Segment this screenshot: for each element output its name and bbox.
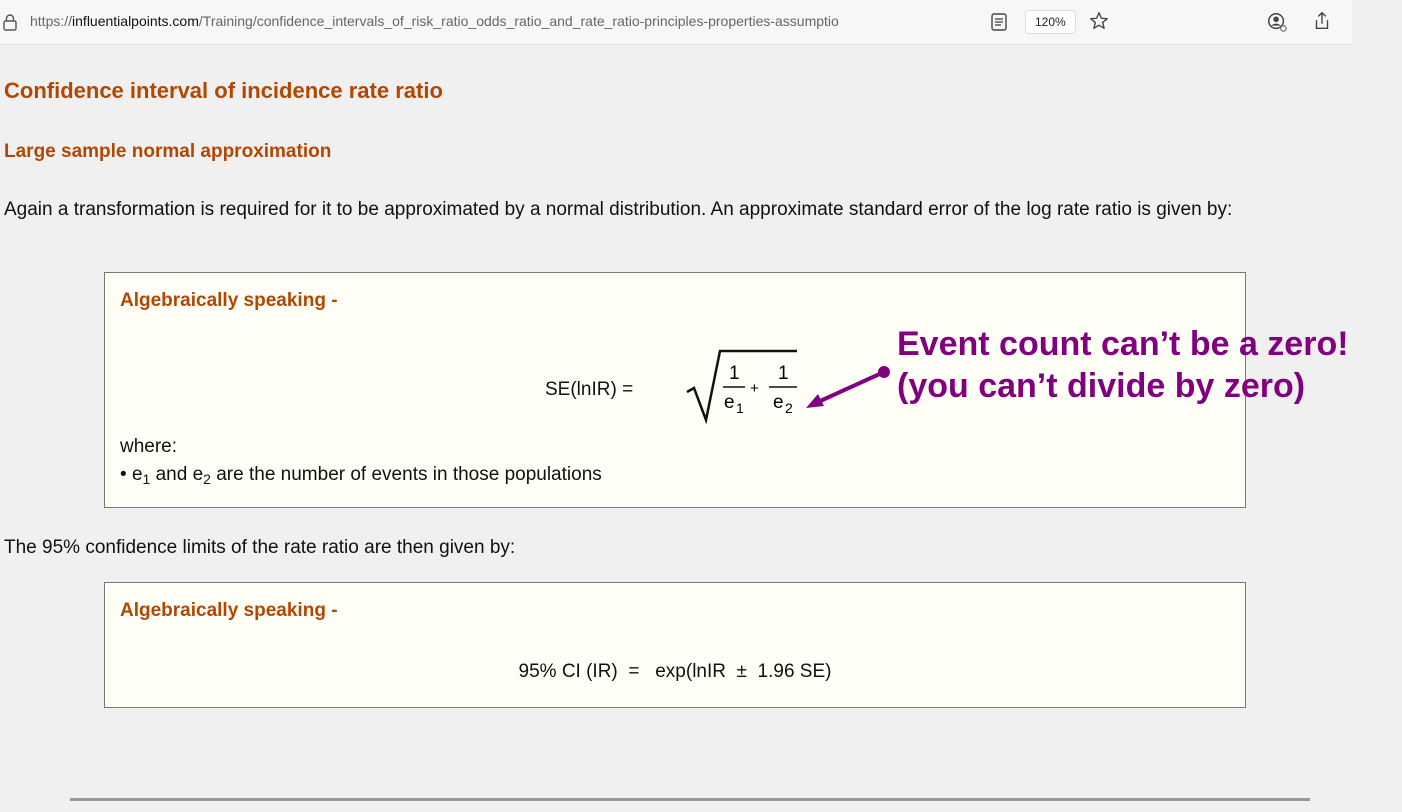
frac2-subscript: 2 <box>785 400 793 416</box>
frac1-numerator: 1 <box>729 363 740 384</box>
se-formula: SE(lnIR) = 1 e 1 + 1 e 2 <box>545 345 805 425</box>
formula-box-ci: Algebraically speaking - 95% CI (IR) = e… <box>104 582 1246 708</box>
annotation-line1: Event count can’t be a zero! <box>897 325 1349 363</box>
ci-formula: 95% CI (IR) = exp(lnIR ± 1.96 SE) <box>518 661 832 682</box>
frac1-denominator: e <box>724 392 735 413</box>
where-label: where: <box>120 436 178 457</box>
annotation-arrow <box>806 366 890 408</box>
frac1-subscript: 1 <box>736 400 744 416</box>
section-subtitle: Large sample normal approximation <box>4 141 332 162</box>
account-icon[interactable] <box>1266 11 1288 33</box>
box-heading: Algebraically speaking - <box>120 290 338 311</box>
sqrt-formula-graphic: 1 e 1 + 1 e 2 <box>686 349 797 425</box>
limits-paragraph: The 95% confidence limits of the rate ra… <box>4 537 516 558</box>
address-bar[interactable]: https://influentialpoints.com/Training/c… <box>0 0 1352 45</box>
intro-paragraph: Again a transformation is required for i… <box>4 199 1233 220</box>
reader-view-icon[interactable] <box>990 12 1008 32</box>
url-text[interactable]: https://influentialpoints.com/Training/c… <box>30 13 980 29</box>
annotation-line2: (you can’t divide by zero) <box>897 367 1306 405</box>
star-icon[interactable] <box>1088 10 1110 32</box>
bullet-item: • e1 and e2 are the number of events in … <box>120 464 602 487</box>
lock-icon[interactable] <box>2 13 18 31</box>
box-heading: Algebraically speaking - <box>120 600 338 621</box>
share-icon[interactable] <box>1311 10 1333 32</box>
page-title: Confidence interval of incidence rate ra… <box>4 78 443 103</box>
plus-sign: + <box>750 380 759 397</box>
divider <box>70 798 1310 801</box>
annotation-text: Event count can’t be a zero! (you can’t … <box>897 323 1349 407</box>
frac2-denominator: e <box>773 392 784 413</box>
frac2-numerator: 1 <box>778 363 789 384</box>
zoom-level-button[interactable]: 120% <box>1025 10 1076 34</box>
